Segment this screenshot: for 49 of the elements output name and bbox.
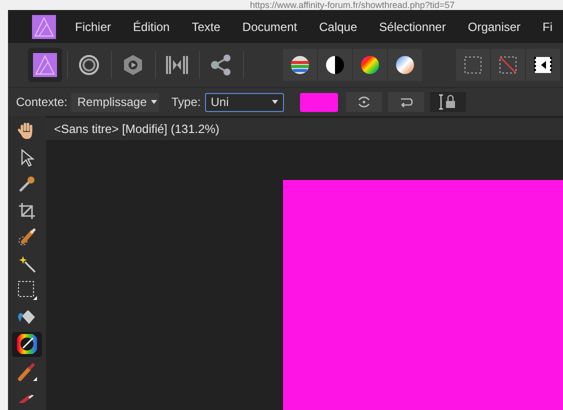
gradient-ball-icon xyxy=(395,55,415,75)
dashed-rectangle-icon xyxy=(463,55,483,75)
toolbar-button[interactable] xyxy=(526,49,560,81)
menu-item[interactable]: Organiser xyxy=(456,20,532,34)
lock-button[interactable] xyxy=(430,92,466,112)
menu-item[interactable]: Fi xyxy=(532,20,563,34)
marquee-icon xyxy=(17,280,37,300)
address-text: https://www.affinity-forum.fr/showthread.php?tid=57 xyxy=(250,0,455,10)
persona-button[interactable] xyxy=(28,48,62,82)
swap-button[interactable] xyxy=(346,92,382,112)
crop-icon xyxy=(18,202,36,220)
rings-icon xyxy=(78,54,100,76)
menu-item[interactable]: Sélectionner xyxy=(368,20,457,34)
tool-button[interactable] xyxy=(12,332,42,358)
crossed-rectangle-icon xyxy=(498,55,518,75)
menu-item[interactable]: Calque xyxy=(308,20,368,34)
return-button[interactable] xyxy=(388,92,424,112)
toolbar-button[interactable] xyxy=(353,49,387,81)
circular-arrows-icon xyxy=(356,94,372,110)
color-wheel-icon xyxy=(17,334,37,354)
type-dropdown[interactable]: Uni xyxy=(204,92,284,112)
menu-item[interactable]: Fichier xyxy=(64,20,122,34)
context-label: Contexte: xyxy=(16,95,68,109)
paintbrush-icon xyxy=(17,363,37,382)
lock-icon xyxy=(438,94,457,110)
contrast-icon xyxy=(325,55,345,75)
film-frame-icon xyxy=(533,55,553,75)
magic-wand-icon xyxy=(18,254,36,273)
pointer-icon xyxy=(19,148,35,167)
paint-bucket-icon xyxy=(17,308,37,326)
hexagon-icon xyxy=(122,54,144,76)
document-title: <Sans titre> [Modifié] (131.2%) xyxy=(46,118,563,140)
toolbar-button[interactable] xyxy=(318,49,352,81)
brush-icon xyxy=(18,228,36,246)
type-label: Type: xyxy=(171,95,201,109)
menu-item[interactable]: Édition xyxy=(122,20,181,34)
context-dropdown[interactable]: Remplissage xyxy=(71,92,160,112)
fill-swatch[interactable] xyxy=(300,92,338,112)
bars-icon xyxy=(165,54,189,76)
menu-item[interactable]: Document xyxy=(231,20,308,34)
color-wheel-icon xyxy=(360,55,380,75)
pipette-icon xyxy=(18,175,36,194)
menu-item[interactable]: Texte xyxy=(180,20,232,34)
app-logo-icon xyxy=(33,53,57,77)
toolbar-button[interactable] xyxy=(388,49,422,81)
channels-icon xyxy=(290,55,310,75)
app-logo-icon xyxy=(32,14,56,38)
share-icon xyxy=(210,54,232,76)
toolbar-button[interactable] xyxy=(283,49,317,81)
